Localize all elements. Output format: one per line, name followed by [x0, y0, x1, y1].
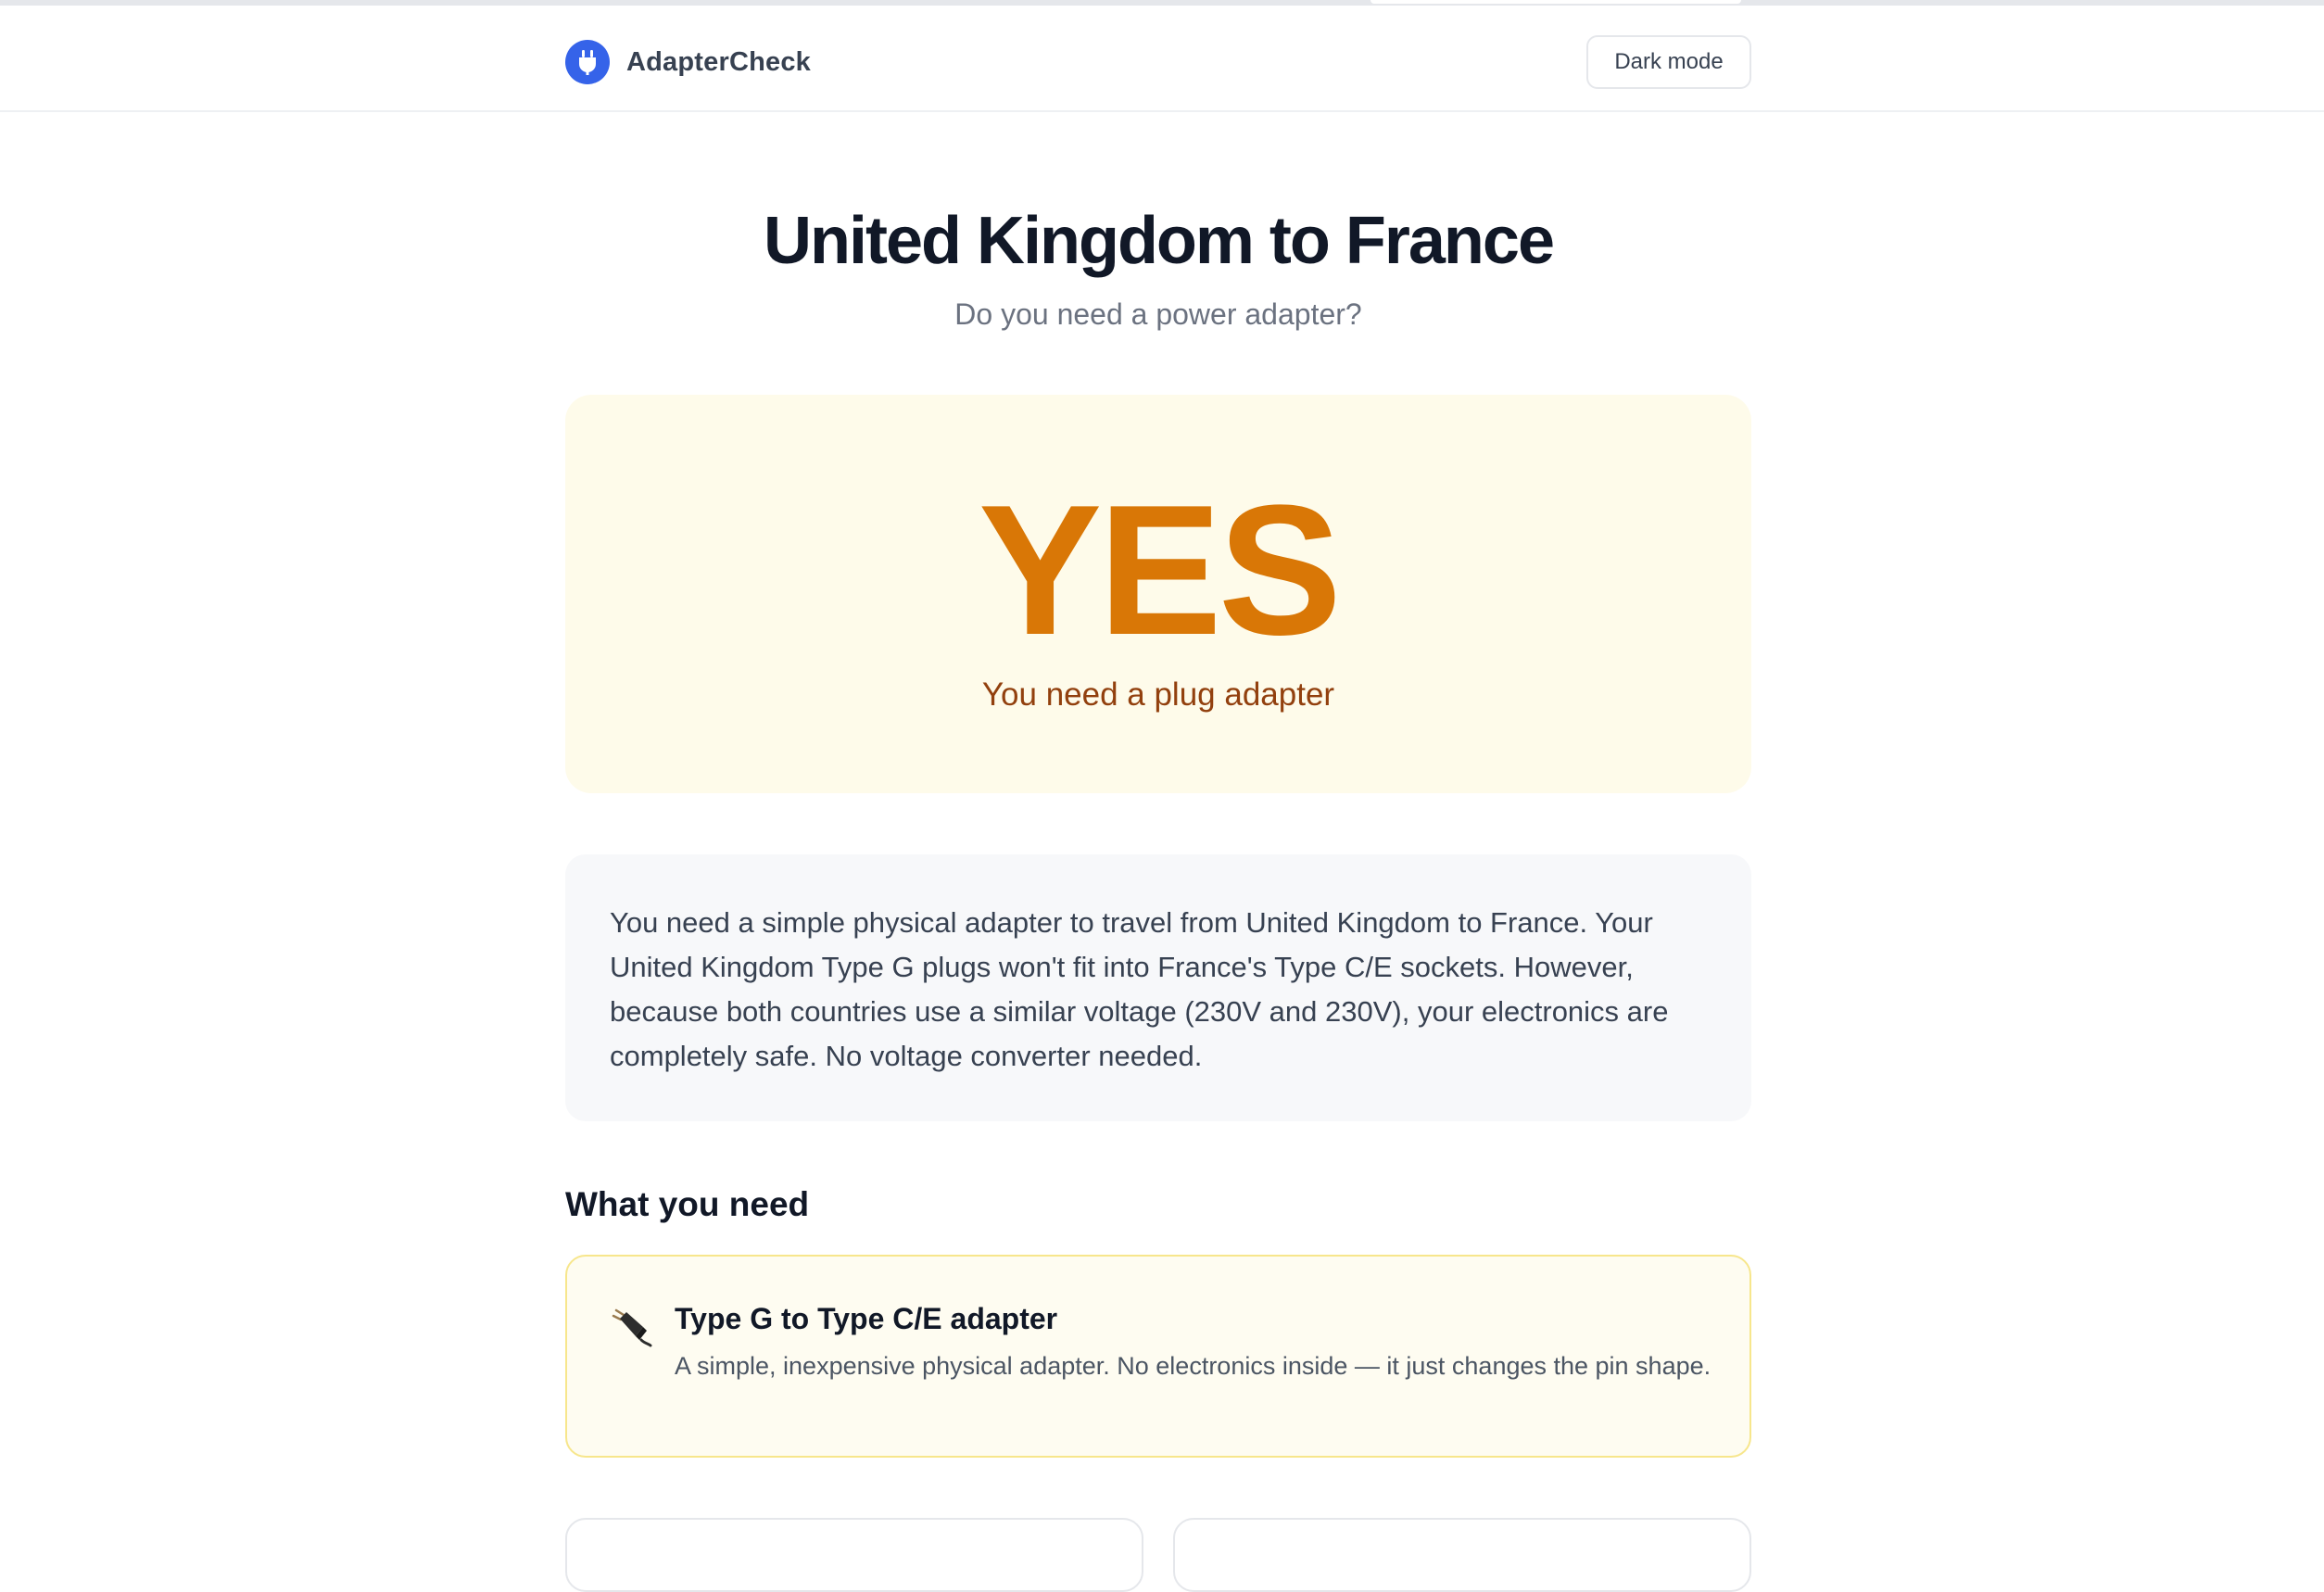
brand-link[interactable]: AdapterCheck: [565, 40, 811, 84]
dark-mode-button[interactable]: Dark mode: [1586, 35, 1751, 89]
verdict-card: YES You need a plug adapter: [565, 395, 1751, 793]
electric-plug-icon: [608, 1303, 652, 1347]
info-card-right: [1173, 1518, 1751, 1592]
page-title: United Kingdom to France: [764, 204, 1555, 278]
explanation-text: You need a simple physical adapter to tr…: [610, 906, 1669, 1072]
info-card-left: [565, 1518, 1143, 1592]
explanation-card: You need a simple physical adapter to tr…: [565, 854, 1751, 1121]
requirement-title: Type G to Type C/E adapter: [675, 1302, 1058, 1335]
plug-logo-icon: [565, 40, 610, 84]
page-subtitle: Do you need a power adapter?: [954, 297, 1362, 331]
brand-name: AdapterCheck: [626, 46, 812, 77]
site-header: AdapterCheck Dark mode: [0, 6, 2324, 112]
what-you-need-heading: What you need: [565, 1185, 810, 1223]
verdict-answer: YES: [978, 467, 1342, 674]
browser-tab-edge: [1370, 0, 1742, 5]
requirement-description: A simple, inexpensive physical adapter. …: [675, 1352, 1711, 1380]
plug-glyph-icon: [579, 50, 596, 75]
requirement-card: Type G to Type C/E adapter A simple, ine…: [565, 1255, 1751, 1458]
verdict-summary: You need a plug adapter: [981, 676, 1335, 713]
